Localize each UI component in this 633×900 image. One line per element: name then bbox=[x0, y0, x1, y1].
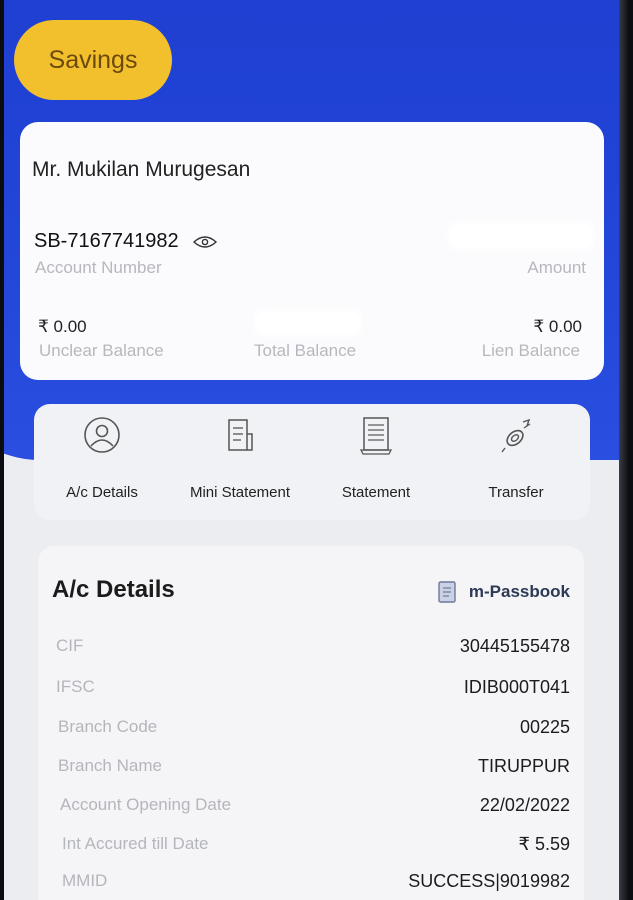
total-balance-label: Total Balance bbox=[254, 341, 357, 360]
detail-value: SUCCESS|9019982 bbox=[408, 871, 570, 891]
detail-row-mmid: MMID SUCCESS|9019982 bbox=[52, 871, 570, 895]
account-number: SB-7167741982 bbox=[34, 230, 179, 252]
device-bezel-left bbox=[0, 0, 4, 900]
detail-row-branch-name: Branch Name TIRUPPUR bbox=[52, 756, 570, 780]
transfer-icon bbox=[501, 418, 531, 453]
detail-row-branch-code: Branch Code 00225 bbox=[52, 717, 570, 741]
lien-balance-label: Lien Balance bbox=[481, 341, 580, 360]
passbook-icon bbox=[438, 581, 456, 603]
account-holder-name: Mr. Mukilan Murugesan bbox=[32, 158, 251, 181]
lien-balance-value: ₹ 0.00 bbox=[533, 317, 582, 336]
detail-label: MMID bbox=[62, 871, 108, 890]
device-bezel-right bbox=[619, 0, 633, 900]
detail-label: Branch Name bbox=[58, 756, 162, 775]
action-transfer[interactable]: Transfer bbox=[468, 404, 564, 520]
detail-value: 00225 bbox=[519, 717, 570, 737]
action-statement[interactable]: Statement bbox=[324, 404, 428, 520]
total-balance-redaction bbox=[258, 314, 358, 332]
detail-value: TIRUPPUR bbox=[477, 756, 570, 776]
detail-value: IDIB000T041 bbox=[463, 677, 570, 697]
document-icon bbox=[359, 417, 393, 455]
account-type-label: Savings bbox=[48, 45, 138, 74]
detail-row-opening-date: Account Opening Date 22/02/2022 bbox=[52, 795, 570, 819]
action-label: Statement bbox=[341, 484, 411, 501]
passbook-label: m-Passbook bbox=[468, 582, 570, 601]
unclear-balance-label: Unclear Balance bbox=[39, 341, 164, 360]
action-label: Mini Statement bbox=[189, 484, 291, 501]
detail-label: Account Opening Date bbox=[60, 795, 232, 814]
receipt-icon bbox=[228, 419, 253, 451]
unclear-balance-value: ₹ 0.00 bbox=[38, 317, 87, 336]
detail-label: Branch Code bbox=[58, 717, 158, 736]
m-passbook-link[interactable]: m-Passbook bbox=[437, 580, 570, 604]
app-screen: Savings Mr. Mukilan Murugesan SB-7167741… bbox=[0, 0, 633, 900]
detail-value: ₹ 5.59 bbox=[518, 834, 571, 854]
account-number-row: SB-7167741982 bbox=[34, 230, 217, 253]
account-type-chip[interactable]: Savings bbox=[14, 20, 172, 100]
detail-value: 30445155478 bbox=[459, 636, 570, 656]
account-details-panel: A/c Details m-Passbook CIF 30445155478 I… bbox=[38, 546, 584, 900]
detail-label: Int Accured till Date bbox=[62, 834, 209, 853]
account-summary-card: Mr. Mukilan Murugesan SB-7167741982 Acco… bbox=[20, 122, 604, 380]
user-circle-icon bbox=[84, 417, 120, 453]
action-label: A/c Details bbox=[66, 484, 138, 501]
detail-label: IFSC bbox=[56, 677, 95, 696]
detail-value: 22/02/2022 bbox=[479, 795, 570, 815]
account-number-label: Account Number bbox=[35, 258, 162, 277]
detail-label: CIF bbox=[56, 636, 84, 655]
detail-row-interest: Int Accured till Date ₹ 5.59 bbox=[52, 834, 570, 858]
detail-row-cif: CIF 30445155478 bbox=[52, 636, 570, 660]
action-ac-details[interactable]: A/c Details bbox=[54, 404, 150, 520]
amount-redaction bbox=[452, 226, 590, 246]
detail-row-ifsc: IFSC IDIB000T041 bbox=[52, 677, 570, 701]
action-label: Transfer bbox=[488, 484, 544, 501]
eye-icon[interactable] bbox=[192, 234, 217, 250]
action-mini-statement[interactable]: Mini Statement bbox=[176, 404, 304, 520]
amount-label: Amount bbox=[527, 258, 586, 277]
quick-actions-bar: A/c Details Mini Statement Statement Tra… bbox=[34, 404, 590, 520]
details-title: A/c Details bbox=[52, 576, 175, 603]
